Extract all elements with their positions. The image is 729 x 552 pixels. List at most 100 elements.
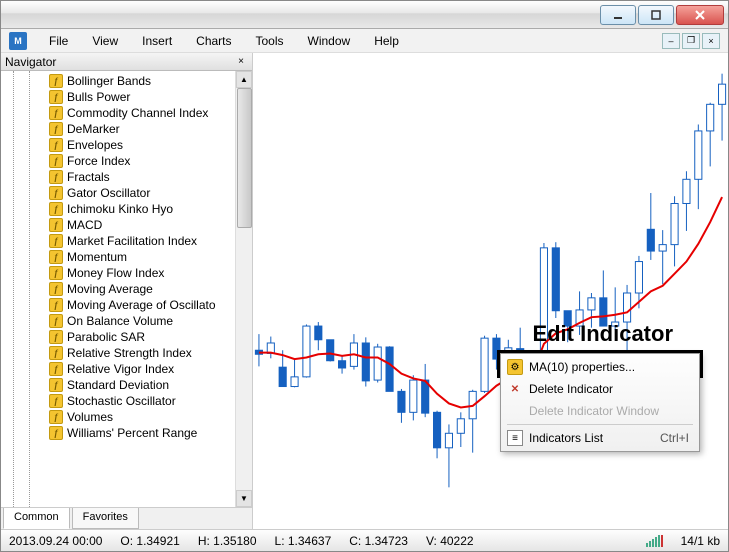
tree-item-label: Ichimoku Kinko Hyo xyxy=(67,202,173,216)
tree-item-label: Stochastic Oscillator xyxy=(67,394,176,408)
tree-item[interactable]: fBollinger Bands xyxy=(1,73,252,89)
indicator-icon: f xyxy=(49,394,63,408)
tree-item-label: DeMarker xyxy=(67,122,120,136)
indicator-icon: f xyxy=(49,266,63,280)
status-volume: V: 40222 xyxy=(426,534,474,548)
tree-item-label: Bulls Power xyxy=(67,90,130,104)
cm-properties[interactable]: ⚙ MA(10) properties... xyxy=(503,356,697,378)
tree-item-label: Commodity Channel Index xyxy=(67,106,208,120)
mdi-restore-button[interactable]: ❐ xyxy=(682,33,700,49)
menu-help[interactable]: Help xyxy=(364,32,409,50)
tree-item-label: Standard Deviation xyxy=(67,378,169,392)
tree-item[interactable]: fRelative Vigor Index xyxy=(1,361,252,377)
scroll-down-arrow[interactable]: ▼ xyxy=(236,490,252,507)
indicator-icon: f xyxy=(49,282,63,296)
indicator-icon: f xyxy=(49,330,63,344)
tree-item[interactable]: f Gator Oscillator xyxy=(1,185,252,201)
tree-item-label: Market Facilitation Index xyxy=(67,234,197,248)
indicator-icon: f xyxy=(49,90,63,104)
cm-delete-label: Delete Indicator xyxy=(529,382,613,396)
indicator-icon: f xyxy=(49,186,63,200)
tree-item-label: Envelopes xyxy=(67,138,123,152)
menu-tools[interactable]: Tools xyxy=(246,32,294,50)
indicator-icon: f xyxy=(49,362,63,376)
close-button[interactable] xyxy=(676,5,724,25)
navigator-title: Navigator xyxy=(5,55,56,69)
connection-bars-icon xyxy=(646,535,663,547)
tree-item[interactable]: f On Balance Volume xyxy=(1,313,252,329)
tree-item[interactable]: f Williams' Percent Range xyxy=(1,425,252,441)
status-close: C: 1.34723 xyxy=(349,534,408,548)
delete-icon: ✕ xyxy=(507,381,523,397)
tree-item[interactable]: f Parabolic SAR xyxy=(1,329,252,345)
indicator-icon: f xyxy=(49,298,63,312)
tree-item[interactable]: f Fractals xyxy=(1,169,252,185)
navigator-scrollbar[interactable]: ▲ ▼ xyxy=(235,71,252,507)
chart-area[interactable]: Edit Indicator ⚙ MA(10) properties... ✕ … xyxy=(253,53,728,529)
status-low: L: 1.34637 xyxy=(275,534,332,548)
tree-item-label: Momentum xyxy=(67,250,127,264)
tree-item[interactable]: f Momentum xyxy=(1,249,252,265)
navigator-close-icon[interactable]: × xyxy=(234,55,248,69)
menu-file[interactable]: File xyxy=(39,32,78,50)
app-icon: M xyxy=(9,32,27,50)
tree-item[interactable]: fEnvelopes xyxy=(1,137,252,153)
tree-item[interactable]: f Moving Average of Oscillato xyxy=(1,297,252,313)
cm-list-label: Indicators List xyxy=(529,431,603,445)
tree-item[interactable]: fMoney Flow Index xyxy=(1,265,252,281)
tree-item[interactable]: f DeMarker xyxy=(1,121,252,137)
tree-item[interactable]: f Bulls Power xyxy=(1,89,252,105)
tree-item-label: Moving Average of Oscillato xyxy=(67,298,216,312)
indicator-icon: f xyxy=(49,250,63,264)
status-kb: 14/1 kb xyxy=(681,534,720,548)
tree-item[interactable]: f Market Facilitation Index xyxy=(1,233,252,249)
tree-item[interactable]: f Moving Average xyxy=(1,281,252,297)
minimize-button[interactable] xyxy=(600,5,636,25)
indicator-icon: f xyxy=(49,314,63,328)
tree-item-label: Williams' Percent Range xyxy=(67,426,197,440)
indicator-icon: f xyxy=(49,426,63,440)
status-high: H: 1.35180 xyxy=(198,534,257,548)
mdi-close-button[interactable]: × xyxy=(702,33,720,49)
menu-view[interactable]: View xyxy=(82,32,128,50)
tree-item[interactable]: f Stochastic Oscillator xyxy=(1,393,252,409)
tree-item[interactable]: fRelative Strength Index xyxy=(1,345,252,361)
menu-charts[interactable]: Charts xyxy=(186,32,241,50)
tab-common[interactable]: Common xyxy=(3,508,70,529)
indicator-icon: f xyxy=(49,234,63,248)
tree-item-label: On Balance Volume xyxy=(67,314,173,328)
indicator-icon: f xyxy=(49,122,63,136)
cm-delete-indicator[interactable]: ✕ Delete Indicator xyxy=(503,378,697,400)
context-menu: ⚙ MA(10) properties... ✕ Delete Indicato… xyxy=(500,353,700,452)
indicator-icon: f xyxy=(49,218,63,232)
properties-icon: ⚙ xyxy=(507,359,523,375)
tree-item[interactable]: f Commodity Channel Index xyxy=(1,105,252,121)
cm-delete-window: Delete Indicator Window xyxy=(503,400,697,422)
tree-item[interactable]: fForce Index xyxy=(1,153,252,169)
tree-item[interactable]: fStandard Deviation xyxy=(1,377,252,393)
tree-item-label: Moving Average xyxy=(67,282,153,296)
scroll-thumb[interactable] xyxy=(237,88,252,228)
cm-indicators-list[interactable]: ≡ Indicators List Ctrl+I xyxy=(503,427,697,449)
scroll-up-arrow[interactable]: ▲ xyxy=(236,71,252,88)
indicator-icon: f xyxy=(49,170,63,184)
indicator-icon: f xyxy=(49,74,63,88)
maximize-button[interactable] xyxy=(638,5,674,25)
tree-item-label: Parabolic SAR xyxy=(67,330,145,344)
tree-item[interactable]: fIchimoku Kinko Hyo xyxy=(1,201,252,217)
tree-item[interactable]: fMACD xyxy=(1,217,252,233)
navigator-header: Navigator × xyxy=(1,53,252,71)
indicator-icon: f xyxy=(49,106,63,120)
cm-properties-label: MA(10) properties... xyxy=(529,360,635,374)
menu-insert[interactable]: Insert xyxy=(132,32,182,50)
status-open: O: 1.34921 xyxy=(120,534,179,548)
menu-window[interactable]: Window xyxy=(298,32,361,50)
navigator-tabs: Common Favorites xyxy=(1,507,252,529)
tab-favorites[interactable]: Favorites xyxy=(72,508,139,529)
mdi-minimize-button[interactable]: – xyxy=(662,33,680,49)
tree-item-label: Fractals xyxy=(67,170,110,184)
tree-item[interactable]: fVolumes xyxy=(1,409,252,425)
statusbar: 2013.09.24 00:00 O: 1.34921 H: 1.35180 L… xyxy=(1,529,728,551)
navigator-tree[interactable]: fBollinger BandsfBulls PowerfCommodity C… xyxy=(1,71,252,507)
tree-item-label: Gator Oscillator xyxy=(67,186,150,200)
